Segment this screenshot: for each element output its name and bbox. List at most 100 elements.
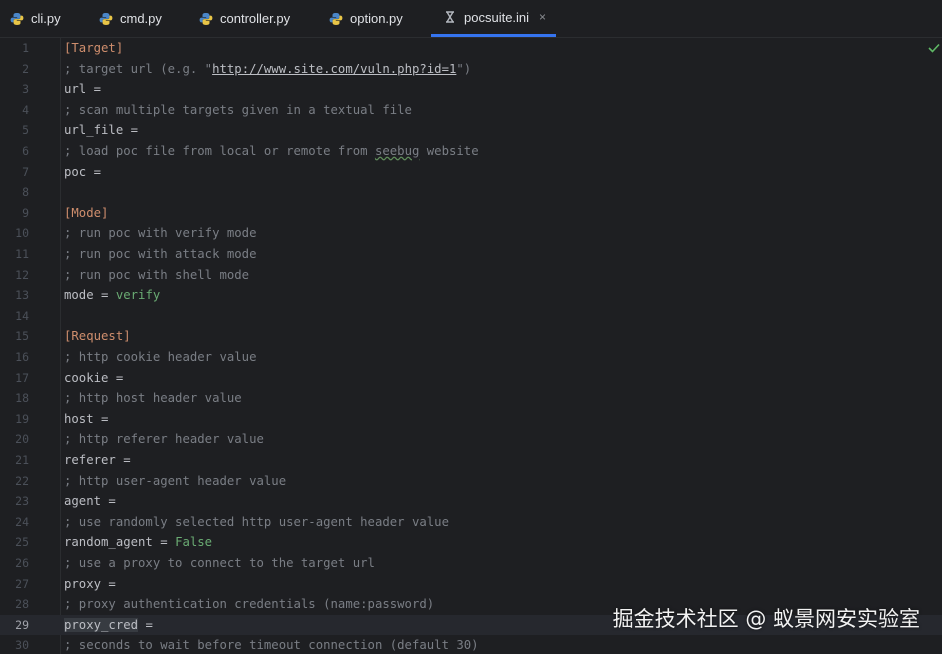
token: poc = — [64, 164, 102, 179]
line-number: 11 — [15, 247, 29, 261]
code-line[interactable]: 24 ; use randomly selected http user-agen… — [0, 512, 942, 533]
tab-controller-py[interactable]: controller.py — [199, 0, 290, 37]
token: cookie = — [64, 370, 124, 385]
code-line[interactable]: 21 referer = — [0, 450, 942, 471]
line-number: 25 — [15, 535, 29, 550]
token: verify — [115, 288, 161, 303]
token: ; http host header value — [64, 391, 242, 406]
line-number: 6 — [22, 144, 29, 158]
tab-label: option.py — [350, 11, 403, 26]
token: ; load poc file from local or remote fro… — [64, 144, 375, 158]
tab-option-py[interactable]: option.py — [329, 0, 403, 37]
line-number: 15 — [15, 329, 29, 344]
token: host = — [64, 411, 109, 426]
tab-pocsuite-ini[interactable]: pocsuite.ini × — [431, 0, 556, 37]
line-text: ; use randomly selected http user-agent … — [64, 512, 449, 533]
close-tab-icon[interactable]: × — [539, 10, 546, 24]
tab-label: cli.py — [31, 11, 61, 26]
line-number: 9 — [22, 205, 29, 220]
code-editor[interactable]: 1 [Target] 2 ; target url (e.g. "http://www… — [0, 38, 942, 654]
code-line[interactable]: 25 random_agent = False — [0, 532, 942, 553]
line-number: 27 — [15, 576, 29, 591]
line-text: cookie = — [64, 368, 123, 389]
code-line[interactable]: 23 agent = — [0, 491, 942, 512]
line-number: 22 — [15, 473, 29, 488]
token: ; run poc with shell mode — [64, 267, 250, 282]
code-line[interactable]: 30 ; seconds to wait before timeout conne… — [0, 635, 942, 654]
line-number: 13 — [15, 288, 29, 303]
code-line[interactable]: 19 host = — [0, 409, 942, 430]
python-file-icon — [329, 12, 343, 26]
token: ; run poc with attack mode — [64, 247, 257, 261]
line-text: url_file = — [64, 120, 138, 141]
token: = — [138, 617, 153, 632]
code-line[interactable]: 3 url = — [0, 79, 942, 100]
checkmark-icon — [928, 43, 940, 53]
token: ; use randomly selected http user-agent … — [64, 514, 449, 529]
line-number: 7 — [22, 164, 29, 179]
line-text: ; seconds to wait before timeout connect… — [64, 635, 479, 654]
line-text: ; http user-agent header value — [64, 471, 286, 492]
code-line[interactable]: 1 [Target] — [0, 38, 942, 59]
python-file-icon — [10, 12, 24, 26]
code-line[interactable]: 9 [Mode] — [0, 203, 942, 224]
code-line[interactable]: 10 ; run poc with verify mode — [0, 223, 942, 244]
line-text: agent = — [64, 491, 116, 512]
line-number: 16 — [15, 350, 29, 364]
code-line[interactable]: 16 ; http cookie header value — [0, 347, 942, 368]
line-number: 12 — [15, 267, 29, 282]
tab-label: pocsuite.ini — [464, 9, 530, 25]
code-line[interactable]: 6 ; load poc file from local or remote fr… — [0, 141, 942, 162]
code-line[interactable]: 14 — [0, 306, 942, 327]
line-text: poc = — [64, 162, 101, 183]
line-number: 3 — [22, 82, 29, 97]
code-line[interactable]: 8 — [0, 182, 942, 203]
line-text: ; run poc with shell mode — [64, 265, 249, 286]
line-number: 17 — [15, 370, 29, 385]
line-text: ; run poc with attack mode — [64, 244, 257, 265]
tab-label: cmd.py — [120, 11, 162, 26]
code-line[interactable]: 15 [Request] — [0, 326, 942, 347]
watermark: 掘金技术社区 @ 蚁景网安实验室 — [612, 607, 920, 631]
code-line[interactable]: 2 ; target url (e.g. "http://www.site.com… — [0, 59, 942, 80]
token: ; http referer header value — [64, 432, 264, 447]
line-text: [Target] — [64, 38, 123, 59]
code-line[interactable]: 4 ; scan multiple targets given in a text… — [0, 100, 942, 121]
token: proxy_cred — [64, 617, 139, 632]
code-line[interactable]: 11 ; run poc with attack mode — [0, 244, 942, 265]
tab-cmd-py[interactable]: cmd.py — [99, 0, 162, 37]
code-line[interactable]: 18 ; http host header value — [0, 388, 942, 409]
line-number: 30 — [15, 638, 29, 653]
token: [Target] — [64, 41, 124, 55]
code-line[interactable]: 27 proxy = — [0, 574, 942, 595]
line-number: 19 — [15, 411, 29, 426]
line-text: ; target url (e.g. "http://www.site.com/… — [64, 59, 471, 80]
code-line[interactable]: 17 cookie = — [0, 368, 942, 389]
token: ; target url (e.g. " — [64, 61, 213, 76]
token: agent = — [64, 494, 116, 509]
code-line[interactable]: 12 ; run poc with shell mode — [0, 265, 942, 286]
line-text: referer = — [64, 450, 131, 471]
token: ; run poc with verify mode — [64, 226, 257, 241]
tab-cli-py[interactable]: cli.py — [10, 0, 61, 37]
line-text: proxy_cred = — [64, 615, 153, 636]
code-line[interactable]: 20 ; http referer header value — [0, 429, 942, 450]
code-line[interactable]: 13 mode = verify — [0, 285, 942, 306]
code-line[interactable]: 26 ; use a proxy to connect to the target… — [0, 553, 942, 574]
token: random_agent = — [64, 535, 176, 550]
token: ; proxy authentication credentials (name… — [64, 597, 435, 612]
token: http://www.site.com/vuln.php?id=1 — [212, 61, 457, 76]
code-line[interactable]: 5 url_file = — [0, 120, 942, 141]
token: ; seconds to wait before timeout connect… — [64, 638, 479, 653]
line-number: 28 — [15, 597, 29, 612]
ini-file-icon — [443, 10, 457, 24]
line-text: ; proxy authentication credentials (name… — [64, 594, 434, 615]
line-text: proxy = — [64, 574, 116, 595]
token: mode = — [64, 288, 116, 303]
line-number: 10 — [15, 226, 29, 241]
code-line[interactable]: 22 ; http user-agent header value — [0, 471, 942, 492]
line-text: mode = verify — [64, 285, 160, 306]
line-number: 26 — [15, 556, 29, 570]
code-line[interactable]: 7 poc = — [0, 162, 942, 183]
line-text: ; http host header value — [64, 388, 242, 409]
